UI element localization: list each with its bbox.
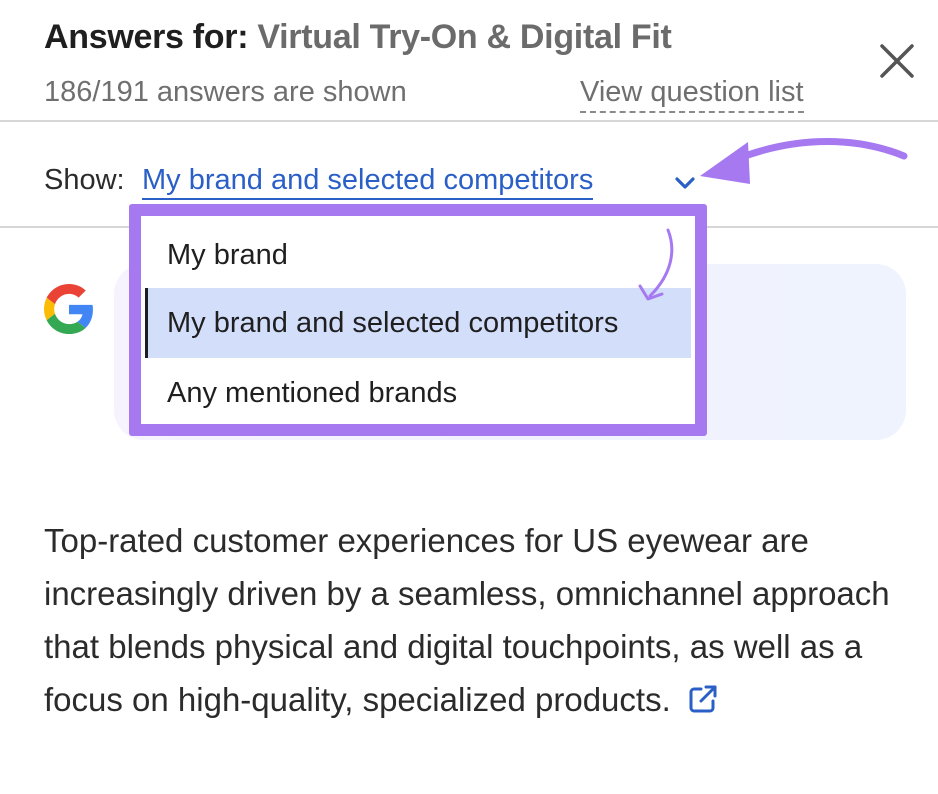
show-filter-dropdown[interactable]: My brand and selected competitors: [142, 164, 594, 200]
show-label: Show:: [44, 164, 125, 196]
answer-paragraph: Top-rated customer experiences for US ey…: [44, 522, 890, 718]
answer-text: Top-rated customer experiences for US ey…: [44, 514, 914, 726]
header-divider: [0, 120, 938, 122]
title-topic: Virtual Try-On & Digital Fit: [257, 18, 672, 56]
option-my-brand[interactable]: My brand: [145, 220, 691, 290]
google-icon: [44, 284, 93, 334]
external-link-icon[interactable]: [687, 683, 719, 715]
answers-count: 186/191 answers are shown: [44, 76, 407, 108]
option-my-brand-and-competitors[interactable]: My brand and selected competitors: [145, 288, 691, 358]
dropdown-options: My brand My brand and selected competito…: [145, 220, 691, 420]
close-icon[interactable]: [876, 40, 918, 82]
view-question-list-link[interactable]: View question list: [580, 76, 804, 113]
annotation-arrow-icon: [700, 138, 908, 184]
title-prefix: Answers for:: [44, 18, 249, 56]
filter-dropdown-menu: My brand My brand and selected competito…: [129, 204, 707, 436]
option-any-mentioned-brands[interactable]: Any mentioned brands: [145, 358, 691, 428]
annotation-arrow-icon: [638, 228, 674, 301]
panel-title: Answers for: Virtual Try-On & Digital Fi…: [44, 18, 672, 57]
